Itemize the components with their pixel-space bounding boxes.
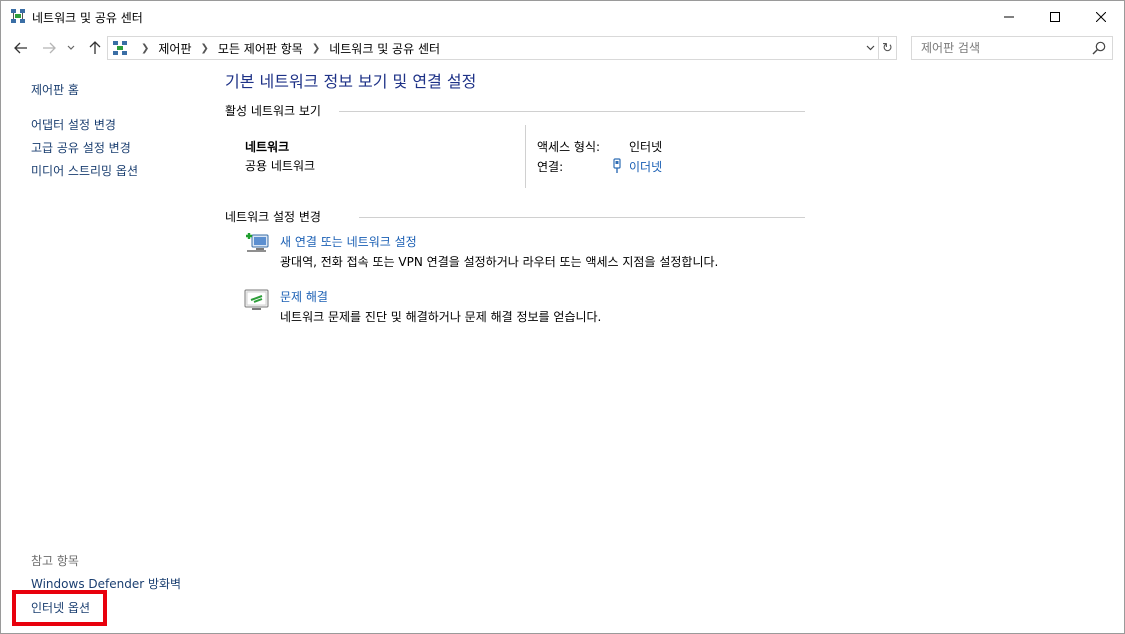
address-history-button[interactable] bbox=[862, 37, 878, 59]
ethernet-icon bbox=[613, 158, 621, 173]
window: 네트워크 및 공유 센터 ❯ 제어판 ❯ 모든 제어판 항목 ❯ 네트워크 및 … bbox=[0, 0, 1125, 634]
forward-button[interactable] bbox=[39, 38, 59, 58]
divider bbox=[339, 111, 805, 112]
troubleshoot-link[interactable]: 문제 해결 bbox=[280, 288, 328, 305]
access-type-value: 인터넷 bbox=[629, 140, 663, 154]
breadcrumb-separator-icon[interactable]: ❯ bbox=[312, 43, 320, 54]
refresh-button[interactable]: ↻ bbox=[878, 37, 896, 59]
breadcrumb-all-items[interactable]: 모든 제어판 항목 bbox=[218, 40, 303, 57]
breadcrumb-network-center[interactable]: 네트워크 및 공유 센터 bbox=[329, 40, 440, 57]
breadcrumb: ❯ 제어판 ❯ 모든 제어판 항목 ❯ 네트워크 및 공유 센터 bbox=[132, 37, 440, 59]
network-name: 네트워크 bbox=[245, 140, 290, 154]
advanced-sharing-link[interactable]: 고급 공유 설정 변경 bbox=[31, 139, 131, 156]
troubleshoot-icon bbox=[244, 289, 269, 310]
arrow-up-icon bbox=[89, 41, 101, 54]
minimize-icon bbox=[1004, 16, 1014, 17]
see-also-heading: 참고 항목 bbox=[31, 554, 79, 568]
arrow-right-icon bbox=[43, 42, 56, 54]
chevron-down-icon bbox=[67, 45, 75, 50]
media-streaming-link[interactable]: 미디어 스트리밍 옵션 bbox=[31, 162, 138, 179]
page-title: 기본 네트워크 정보 보기 및 연결 설정 bbox=[225, 72, 477, 91]
up-button[interactable] bbox=[85, 38, 105, 58]
active-networks-heading: 활성 네트워크 보기 bbox=[225, 104, 321, 118]
minimize-button[interactable] bbox=[986, 1, 1032, 32]
close-icon bbox=[1096, 11, 1106, 22]
network-type: 공용 네트워크 bbox=[245, 159, 316, 173]
navigation-bar: ❯ 제어판 ❯ 모든 제어판 항목 ❯ 네트워크 및 공유 센터 ↻ bbox=[1, 34, 1124, 62]
close-button[interactable] bbox=[1078, 1, 1124, 32]
refresh-icon: ↻ bbox=[882, 40, 893, 56]
new-connection-description: 광대역, 전화 접속 또는 VPN 연결을 설정하거나 라우터 또는 액세스 지… bbox=[280, 255, 719, 269]
arrow-left-icon bbox=[14, 42, 27, 54]
search-box bbox=[911, 36, 1113, 60]
title-bar: 네트워크 및 공유 센터 bbox=[1, 1, 1124, 32]
connection-label: 연결: bbox=[537, 160, 564, 174]
maximize-icon bbox=[1050, 11, 1060, 22]
network-center-icon bbox=[11, 9, 25, 23]
address-bar[interactable]: ❯ 제어판 ❯ 모든 제어판 항목 ❯ 네트워크 및 공유 센터 ↻ bbox=[107, 36, 897, 60]
window-title: 네트워크 및 공유 센터 bbox=[32, 11, 143, 25]
maximize-button[interactable] bbox=[1032, 1, 1078, 32]
divider bbox=[359, 217, 805, 218]
ethernet-link[interactable]: 이더넷 bbox=[629, 158, 662, 175]
control-panel-icon bbox=[113, 41, 127, 55]
access-type-label: 액세스 형식: bbox=[537, 140, 601, 154]
search-icon[interactable] bbox=[1092, 41, 1106, 55]
divider bbox=[525, 125, 526, 188]
highlight-box bbox=[12, 590, 107, 626]
breadcrumb-separator-icon[interactable]: ❯ bbox=[141, 43, 149, 54]
new-connection-link[interactable]: 새 연결 또는 네트워크 설정 bbox=[280, 233, 417, 250]
back-button[interactable] bbox=[11, 38, 31, 58]
change-settings-heading: 네트워크 설정 변경 bbox=[225, 210, 321, 224]
recent-locations-button[interactable] bbox=[64, 38, 78, 58]
chevron-down-icon bbox=[866, 45, 874, 51]
troubleshoot-description: 네트워크 문제를 진단 및 해결하거나 문제 해결 정보를 얻습니다. bbox=[280, 310, 602, 324]
search-input[interactable] bbox=[912, 37, 1088, 59]
breadcrumb-control-panel[interactable]: 제어판 bbox=[158, 40, 191, 57]
control-panel-home-link[interactable]: 제어판 홈 bbox=[31, 81, 79, 98]
adapter-settings-link[interactable]: 어댑터 설정 변경 bbox=[31, 116, 116, 133]
new-connection-icon bbox=[246, 233, 269, 252]
breadcrumb-separator-icon[interactable]: ❯ bbox=[201, 43, 209, 54]
